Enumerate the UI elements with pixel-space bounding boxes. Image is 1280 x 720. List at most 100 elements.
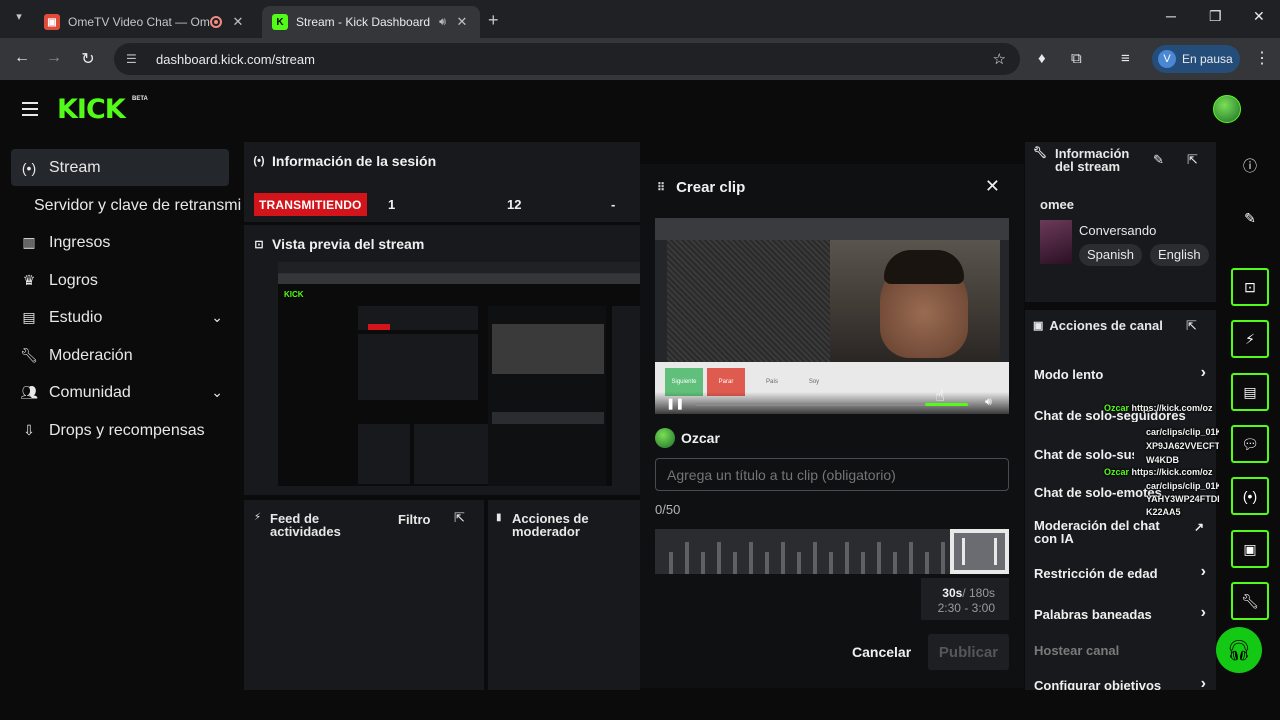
clip-duration-box: 30s/ 180s 2:30 - 3:00	[921, 578, 1009, 620]
browser-menu-icon[interactable]: ⋮	[1254, 48, 1270, 68]
mini-logo: KICK	[284, 290, 304, 299]
cursor-hand-icon: ☝︎	[935, 388, 945, 405]
tab-search-icon[interactable]: ▾	[10, 10, 28, 28]
sidebar-item-logros[interactable]: ♛ Logros	[11, 262, 229, 299]
wrench-icon: 🔧︎	[20, 347, 38, 363]
sidebar-item-estudio[interactable]: ▤ Estudio ⌄	[11, 299, 229, 336]
bottom-edge	[0, 690, 1280, 720]
action-banned-words[interactable]: Palabras baneadas ›	[1034, 605, 1206, 622]
action-age-restriction[interactable]: Restricción de edad ›	[1034, 564, 1206, 581]
close-window-icon[interactable]: ✕	[1253, 8, 1265, 25]
tab-kick-dashboard[interactable]: K Stream - Kick Dashboard 🔊︎ ✕	[262, 6, 480, 38]
document-toggle-icon[interactable]: ▤	[1231, 373, 1269, 411]
sidebar-item-server-key[interactable]: Servidor y clave de retransmisión	[34, 197, 241, 215]
stat-value: -	[611, 197, 616, 212]
minimize-icon[interactable]: ─	[1166, 8, 1176, 24]
chat-toggle-icon[interactable]: 💬︎	[1231, 425, 1269, 463]
lightning-toggle-icon[interactable]: ⚡︎	[1231, 320, 1269, 358]
chevron-down-icon: ⌄	[211, 384, 223, 400]
stat-value: 1	[388, 197, 396, 212]
action-subscribers-only[interactable]: Chat de solo-suscriptores	[1034, 448, 1134, 461]
close-tab-icon[interactable]: ✕	[454, 14, 470, 30]
chat-user: Ozcar	[1104, 467, 1130, 477]
action-host-channel[interactable]: Hostear canal	[1034, 644, 1204, 657]
reload-icon[interactable]: ↻	[78, 49, 98, 69]
info-icon[interactable]: ⓘ	[1231, 147, 1269, 185]
playback-progress-fill	[925, 403, 968, 406]
clip-timeline[interactable]	[655, 529, 1009, 574]
channel-toggle-icon[interactable]: ▣	[1231, 530, 1269, 568]
sidebar-item-label: Estudio	[49, 308, 103, 326]
maximize-icon[interactable]: ❐	[1209, 8, 1222, 25]
edit-icon[interactable]: ✎	[1153, 152, 1164, 168]
profile-avatar: V	[1158, 50, 1176, 68]
preview-title: Vista previa del stream	[272, 236, 425, 252]
timeline-tick	[925, 552, 929, 574]
clip-title-input[interactable]	[655, 458, 1009, 491]
clip-author: Ozcar	[655, 428, 720, 448]
close-icon[interactable]: ✕	[985, 176, 1000, 197]
bookmark-star-icon[interactable]: ☆	[993, 50, 1006, 68]
sidebar-item-stream[interactable]: (•) Stream	[11, 149, 229, 186]
sidebar-item-label: Stream	[49, 158, 101, 176]
channel-actions-title: Acciones de canal	[1049, 318, 1163, 333]
cancel-button[interactable]: Cancelar	[852, 644, 911, 660]
stream-preview-video[interactable]: KICK	[278, 262, 640, 486]
wrench-toggle-icon[interactable]: 🔧︎	[1231, 582, 1269, 620]
profile-status: En pausa	[1182, 52, 1233, 66]
extension-icon[interactable]: ♦	[1038, 50, 1046, 67]
tab-ometv[interactable]: ▣ OmeTV Video Chat — Ome ✕	[34, 6, 256, 38]
address-bar[interactable]: ☰ dashboard.kick.com/stream ☆	[114, 43, 1020, 75]
author-avatar	[655, 428, 675, 448]
action-label: Hostear canal	[1034, 643, 1120, 658]
audio-playing-icon[interactable]: 🔊︎	[439, 16, 446, 29]
timeline-tick	[685, 542, 689, 574]
popout-icon[interactable]: ⇱	[1187, 152, 1198, 168]
media-controls-icon[interactable]: ≡	[1121, 50, 1130, 67]
extensions-puzzle-icon[interactable]: ⧉	[1071, 50, 1082, 67]
volume-icon[interactable]: 🔊︎	[985, 396, 992, 409]
popout-icon[interactable]: ⇱	[454, 510, 465, 526]
session-stats: TRANSMITIENDO 1 12 -	[254, 193, 640, 217]
action-slow-mode[interactable]: Modo lento ›	[1034, 365, 1206, 382]
sidebar-item-moderacion[interactable]: 🔧︎ Moderación	[11, 337, 229, 374]
kick-logo[interactable]: KICK	[57, 94, 126, 125]
action-configure-goals[interactable]: Configurar objetivos ›	[1034, 676, 1206, 691]
chat-link: https://kick.com/oz	[1131, 403, 1213, 413]
chat-overlay-message-1: Ozcar https://kick.com/oz	[1104, 403, 1213, 414]
edit-icon[interactable]: ✎	[1231, 199, 1269, 237]
site-settings-icon[interactable]: ☰	[126, 52, 142, 66]
broadcast-icon: (•)	[21, 159, 37, 176]
video-browser-bar	[655, 218, 1009, 240]
chat-user: Ozcar	[1104, 403, 1130, 413]
action-label: Chat de solo-emotes	[1034, 486, 1162, 499]
broadcast-toggle-icon[interactable]: (•)	[1231, 477, 1269, 515]
sidebar: (•) Stream Servidor y clave de retransmi…	[0, 138, 242, 690]
live-status-badge: TRANSMITIENDO	[254, 193, 367, 216]
menu-icon[interactable]	[22, 102, 38, 120]
new-tab-icon[interactable]: +	[488, 10, 499, 31]
sidebar-item-comunidad[interactable]: 👥︎ Comunidad ⌄	[11, 374, 229, 411]
back-icon[interactable]: ←	[12, 49, 32, 67]
pause-icon[interactable]: ❚❚	[666, 397, 684, 410]
clip-video-player[interactable]: Siguiente Parar País Soy ❚❚ 🔊︎ ☝︎	[655, 218, 1009, 414]
preview-toggle-icon[interactable]: ⊡	[1231, 268, 1269, 306]
mini-feed-panel	[358, 424, 410, 484]
support-headset-icon[interactable]: 🎧︎	[1216, 627, 1262, 673]
chat-link: https://kick.com/oz	[1131, 467, 1213, 477]
profile-button[interactable]: V En pausa	[1152, 45, 1240, 73]
popout-icon[interactable]: ⇱	[1186, 318, 1197, 334]
sidebar-item-label: Moderación	[49, 346, 133, 364]
sidebar-item-drops[interactable]: ⇩ Drops y recompensas	[11, 412, 229, 449]
user-avatar[interactable]	[1213, 95, 1241, 123]
action-label: Chat de solo-suscriptores	[1034, 448, 1134, 461]
timeline-selection-handle[interactable]	[950, 529, 1009, 574]
timeline-tick	[909, 542, 913, 574]
action-ai-moderation[interactable]: Moderación del chat con IA ↗	[1034, 519, 1204, 545]
feed-filter-button[interactable]: Filtro	[398, 512, 431, 527]
forward-icon[interactable]: →	[44, 49, 64, 67]
close-tab-icon[interactable]: ✕	[230, 14, 246, 30]
publish-button[interactable]: Publicar	[928, 634, 1009, 670]
sidebar-item-ingresos[interactable]: ▥ Ingresos	[11, 224, 229, 261]
drag-handle-icon[interactable]: ⠿	[657, 181, 665, 194]
